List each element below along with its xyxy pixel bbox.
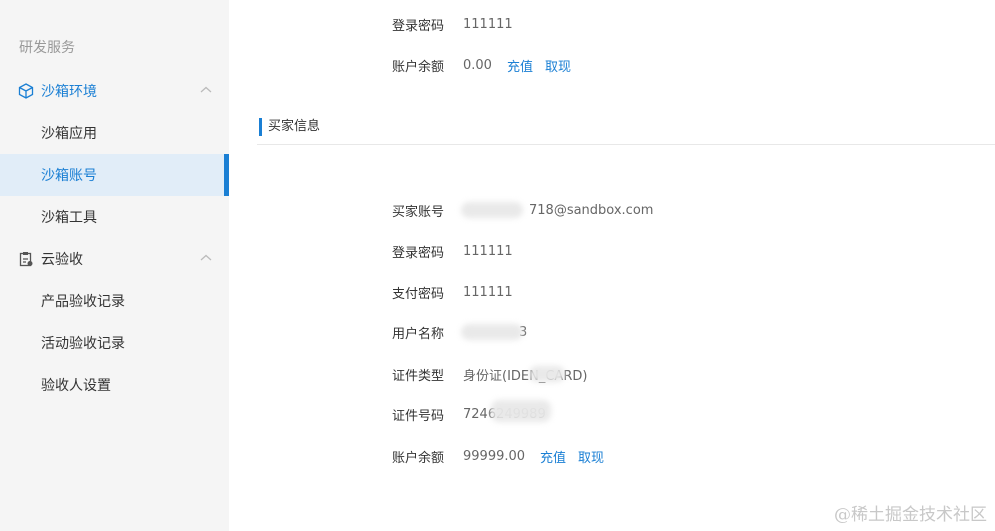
field-label: 证件号码 <box>392 408 445 424</box>
field-value: 身份证(IDEN_CARD) <box>463 368 588 384</box>
section-title: 研发服务 <box>19 40 75 56</box>
field-label: 买家账号 <box>392 204 445 220</box>
sidebar-item-sandbox-accounts[interactable]: 沙箱账号 <box>0 154 229 196</box>
field-label: 支付密码 <box>392 286 445 302</box>
recharge-link[interactable]: 充值 <box>540 447 566 466</box>
redaction-blur <box>461 202 523 218</box>
nav-group-sandbox[interactable]: 沙箱环境 <box>0 70 229 112</box>
field-label: 证件类型 <box>392 368 445 384</box>
field-value: 111111 <box>463 243 513 259</box>
buyer-balance-row: 账户余额 99999.00 充值 取现 <box>392 446 604 466</box>
buyer-info-heading: 买家信息 <box>259 118 320 136</box>
field-value: 111111 <box>463 16 513 32</box>
field-value: 99999.00 <box>463 448 526 464</box>
field-label: 用户名称 <box>392 326 445 342</box>
buyer-login-password-row: 登录密码 111111 <box>392 241 513 261</box>
field-value: 718@sandbox.com <box>529 202 654 218</box>
cube-icon <box>18 83 34 99</box>
sidebar-item-activity-acceptance[interactable]: 活动验收记录 <box>0 322 229 364</box>
buyer-pay-password-row: 支付密码 111111 <box>392 282 513 302</box>
field-label: 登录密码 <box>392 18 445 34</box>
recharge-link[interactable]: 充值 <box>507 56 533 75</box>
main-content: 登录密码 111111 账户余额 0.00 充值 取现 买家信息 买家账号 71… <box>229 0 995 531</box>
field-label: 账户余额 <box>392 59 445 75</box>
withdraw-link[interactable]: 取现 <box>545 56 571 75</box>
field-value: 0.00 <box>463 57 492 73</box>
field-label: 账户余额 <box>392 450 445 466</box>
clipboard-icon <box>18 251 34 267</box>
nav-group-label: 云验收 <box>41 252 83 268</box>
sidebar-item-product-acceptance[interactable]: 产品验收记录 <box>0 280 229 322</box>
sidebar-item-acceptor-settings[interactable]: 验收人设置 <box>0 364 229 406</box>
nav-group-cloud-acceptance[interactable]: 云验收 <box>0 238 229 280</box>
redaction-blur <box>491 400 551 422</box>
redaction-blur <box>529 366 565 382</box>
divider <box>257 144 995 145</box>
seller-balance-row: 账户余额 0.00 充值 取现 <box>392 55 571 75</box>
redaction-blur <box>461 324 523 340</box>
withdraw-link[interactable]: 取现 <box>578 447 604 466</box>
sidebar-item-sandbox-tools[interactable]: 沙箱工具 <box>0 196 229 238</box>
chevron-up-icon[interactable] <box>199 83 213 97</box>
sidebar: 研发服务 沙箱环境 沙箱应用 沙箱账号 沙箱工具 云验收 产品验收记录 活动验收… <box>0 0 229 531</box>
sidebar-item-sandbox-apps[interactable]: 沙箱应用 <box>0 112 229 154</box>
seller-password-row: 登录密码 111111 <box>392 14 513 34</box>
field-value: 111111 <box>463 284 513 300</box>
watermark: @稀土掘金技术社区 <box>834 505 987 525</box>
nav-group-label: 沙箱环境 <box>41 84 97 100</box>
field-label: 登录密码 <box>392 245 445 261</box>
chevron-up-icon[interactable] <box>199 251 213 265</box>
